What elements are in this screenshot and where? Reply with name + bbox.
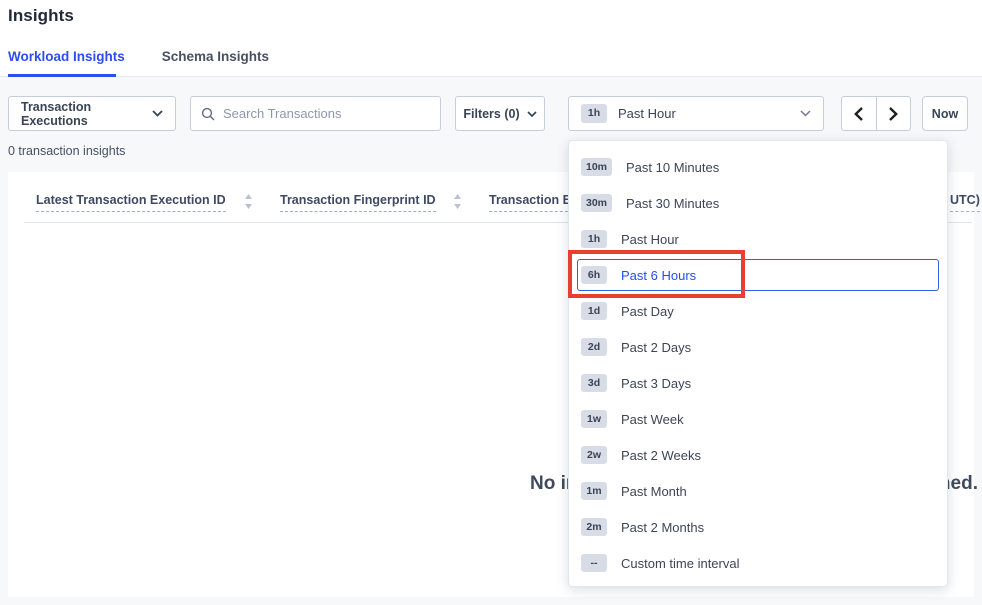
page-title: Insights — [8, 6, 74, 26]
now-button[interactable]: Now — [922, 96, 968, 131]
search-input[interactable] — [223, 106, 430, 121]
time-interval-dropdown: 10m Past 10 Minutes 30m Past 30 Minutes … — [568, 140, 948, 587]
time-interval-option[interactable]: 3d Past 3 Days — [577, 365, 939, 401]
interval-label: Past Week — [621, 412, 684, 427]
time-interval-option[interactable]: 2w Past 2 Weeks — [577, 437, 939, 473]
interval-badge: 30m — [581, 194, 612, 213]
time-interval-option[interactable]: 10m Past 10 Minutes — [577, 149, 939, 185]
active-tab-underline — [8, 74, 116, 77]
interval-badge: 6h — [581, 266, 607, 285]
time-interval-option[interactable]: 1m Past Month — [577, 473, 939, 509]
column-header-transaction-execution[interactable]: Transaction Ex — [489, 193, 578, 212]
tab-workload-insights[interactable]: Workload Insights — [8, 49, 125, 64]
time-interval-badge: 1h — [581, 104, 607, 123]
time-interval-select[interactable]: 1h Past Hour — [568, 96, 824, 131]
interval-label: Custom time interval — [621, 556, 739, 571]
previous-interval-button[interactable] — [842, 97, 876, 130]
chevron-left-icon — [854, 107, 863, 121]
interval-badge: -- — [581, 554, 607, 573]
insights-count: 0 transaction insights — [8, 144, 125, 158]
time-interval-option[interactable]: 2d Past 2 Days — [577, 329, 939, 365]
tab-bar: Workload Insights Schema Insights — [8, 49, 269, 64]
interval-label: Past 2 Weeks — [621, 448, 701, 463]
chevron-down-icon — [152, 110, 163, 117]
time-step-group — [841, 96, 911, 131]
interval-label: Past 30 Minutes — [626, 196, 719, 211]
interval-label: Past 10 Minutes — [626, 160, 719, 175]
interval-badge: 2d — [581, 338, 607, 357]
interval-badge: 1d — [581, 302, 607, 321]
column-header-latest-transaction-execution-id[interactable]: Latest Transaction Execution ID — [36, 193, 226, 212]
time-interval-label: Past Hour — [618, 106, 676, 121]
interval-badge: 1h — [581, 230, 607, 249]
interval-badge: 3d — [581, 374, 607, 393]
time-interval-option[interactable]: 6h Past 6 Hours — [577, 259, 939, 291]
column-header-transaction-fingerprint-id[interactable]: Transaction Fingerprint ID — [280, 193, 436, 212]
insights-page: Insights Workload Insights Schema Insigh… — [0, 0, 982, 605]
time-interval-option[interactable]: 1w Past Week — [577, 401, 939, 437]
sort-icon[interactable] — [453, 194, 462, 209]
time-interval-option[interactable]: 2m Past 2 Months — [577, 509, 939, 545]
time-interval-option[interactable]: 1d Past Day — [577, 293, 939, 329]
interval-badge: 1w — [581, 410, 607, 429]
column-header-utc-fragment[interactable]: UTC) — [950, 193, 980, 212]
filters-label: Filters (0) — [463, 107, 519, 121]
chevron-down-icon — [800, 110, 811, 117]
interval-label: Past Hour — [621, 232, 679, 247]
interval-badge: 2w — [581, 446, 607, 465]
tab-schema-insights[interactable]: Schema Insights — [162, 49, 269, 64]
interval-label: Past Month — [621, 484, 687, 499]
filters-button[interactable]: Filters (0) — [455, 96, 545, 131]
interval-label: Past 6 Hours — [621, 268, 696, 283]
time-interval-option[interactable]: 1h Past Hour — [577, 221, 939, 257]
chevron-right-icon — [889, 107, 898, 121]
chevron-down-icon — [527, 111, 537, 117]
workload-type-label: Transaction Executions — [21, 100, 144, 128]
search-box[interactable] — [190, 96, 441, 131]
interval-badge: 10m — [581, 158, 612, 177]
interval-label: Past 2 Months — [621, 520, 704, 535]
interval-badge: 2m — [581, 518, 607, 537]
time-interval-option[interactable]: -- Custom time interval — [577, 545, 939, 581]
interval-badge: 1m — [581, 482, 607, 501]
workload-type-select[interactable]: Transaction Executions — [8, 96, 176, 131]
search-icon — [201, 107, 215, 121]
interval-label: Past 3 Days — [621, 376, 691, 391]
sort-icon[interactable] — [244, 194, 253, 209]
next-interval-button[interactable] — [876, 97, 910, 130]
page-header: Insights Workload Insights Schema Insigh… — [0, 0, 982, 77]
interval-label: Past 2 Days — [621, 340, 691, 355]
time-interval-option[interactable]: 30m Past 30 Minutes — [577, 185, 939, 221]
interval-label: Past Day — [621, 304, 674, 319]
